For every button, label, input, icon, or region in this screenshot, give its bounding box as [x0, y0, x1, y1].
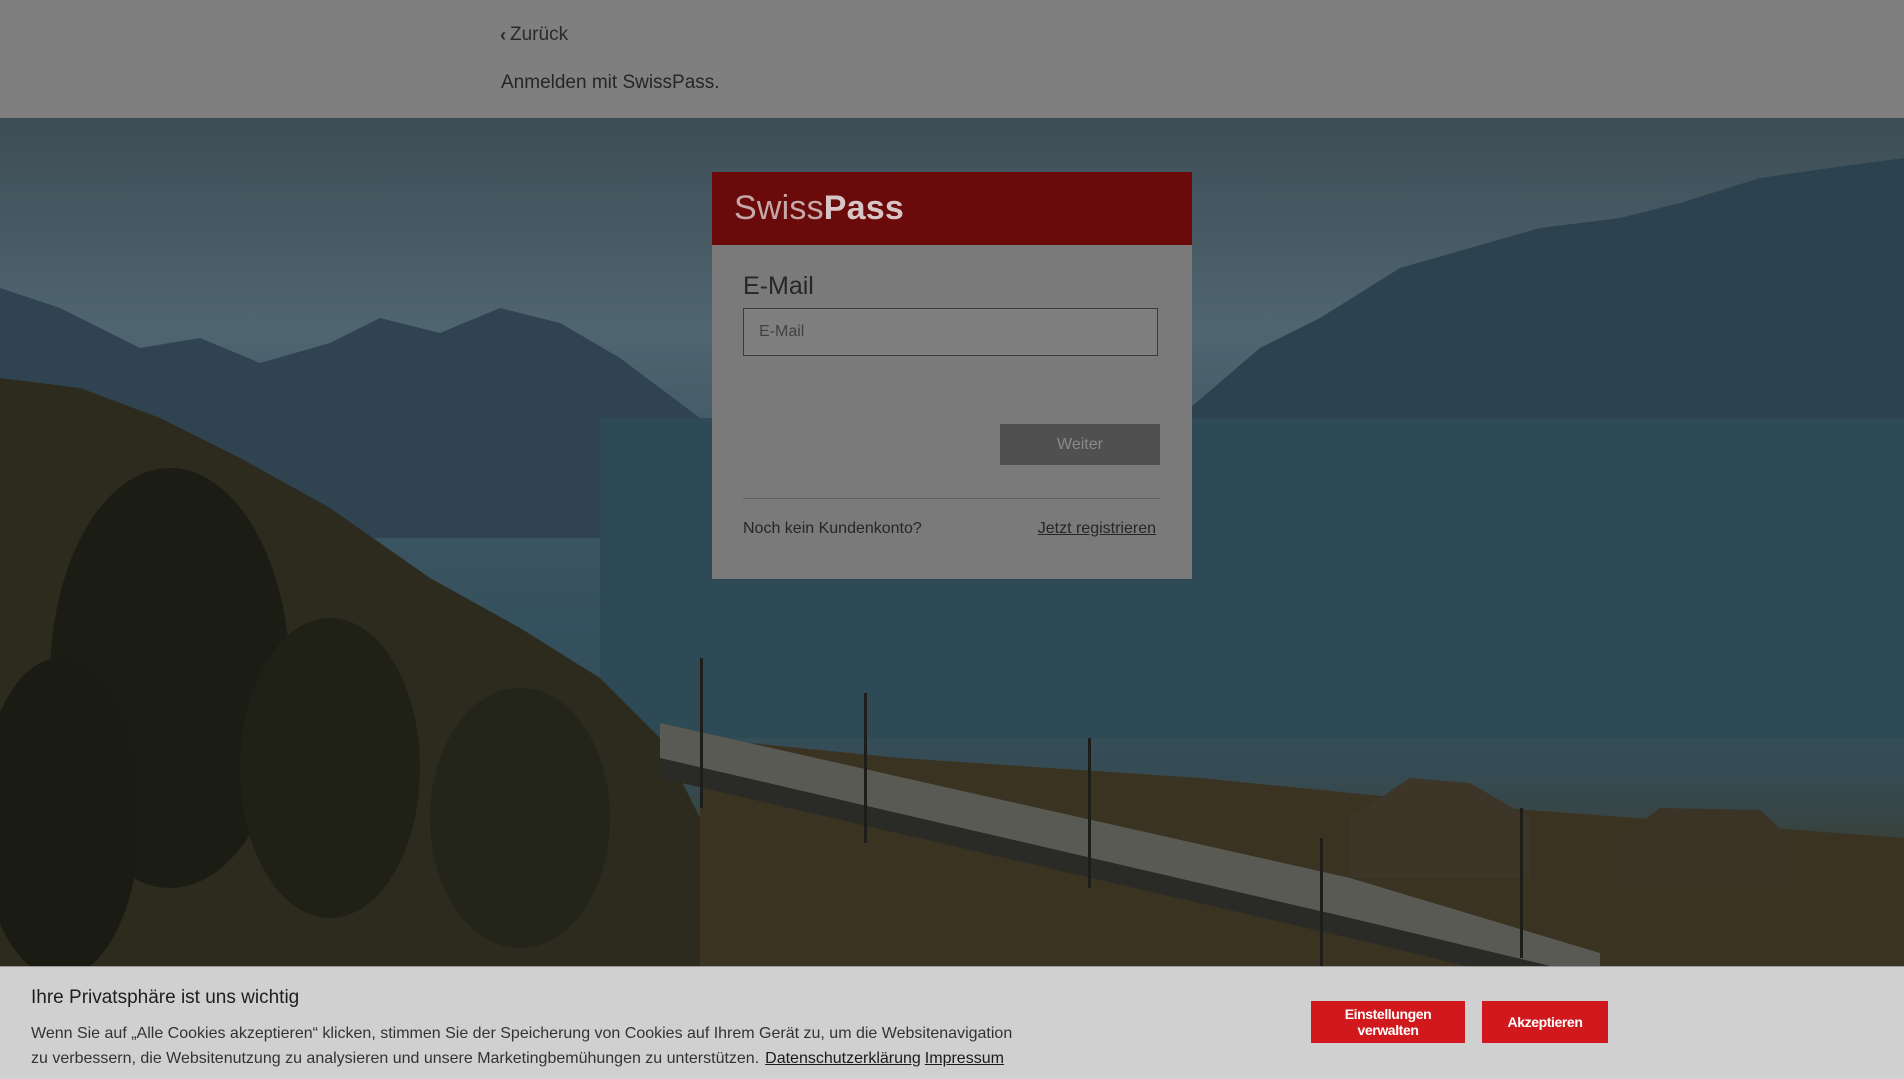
login-card: SwissPass E-Mail Weiter Noch kein Kunden…	[712, 172, 1192, 579]
imprint-link[interactable]: Impressum	[925, 1050, 1004, 1067]
swisspass-logo: SwissPass	[734, 189, 904, 228]
back-label: Zurück	[510, 24, 569, 45]
manage-settings-button[interactable]: Einstellungen verwalten	[1311, 1001, 1465, 1043]
no-account-text: Noch kein Kundenkonto?	[743, 520, 922, 537]
logo-bold-text: Pass	[823, 189, 905, 227]
back-link[interactable]: ‹ Zurück	[500, 24, 568, 46]
cookie-banner-title: Ihre Privatsphäre ist uns wichtig	[31, 987, 300, 1008]
register-link[interactable]: Jetzt registrieren	[1038, 520, 1156, 538]
weiter-button[interactable]: Weiter	[1000, 424, 1160, 465]
swisspass-header: SwissPass	[712, 172, 1192, 245]
cookie-banner-text: Wenn Sie auf „Alle Cookies akzeptieren“ …	[31, 1021, 1031, 1071]
cookie-banner: Ihre Privatsphäre ist uns wichtig Wenn S…	[0, 966, 1904, 1079]
accept-cookies-button[interactable]: Akzeptieren	[1482, 1001, 1608, 1043]
email-input[interactable]	[743, 308, 1158, 356]
email-label: E-Mail	[743, 272, 814, 300]
logo-light-text: Swiss	[734, 189, 824, 227]
chevron-left-icon: ‹	[500, 24, 506, 45]
divider	[743, 498, 1160, 499]
page-subtitle: Anmelden mit SwissPass.	[501, 72, 720, 93]
top-header: ‹ Zurück Anmelden mit SwissPass.	[0, 0, 1904, 118]
privacy-policy-link[interactable]: Datenschutzerklärung	[765, 1050, 921, 1067]
